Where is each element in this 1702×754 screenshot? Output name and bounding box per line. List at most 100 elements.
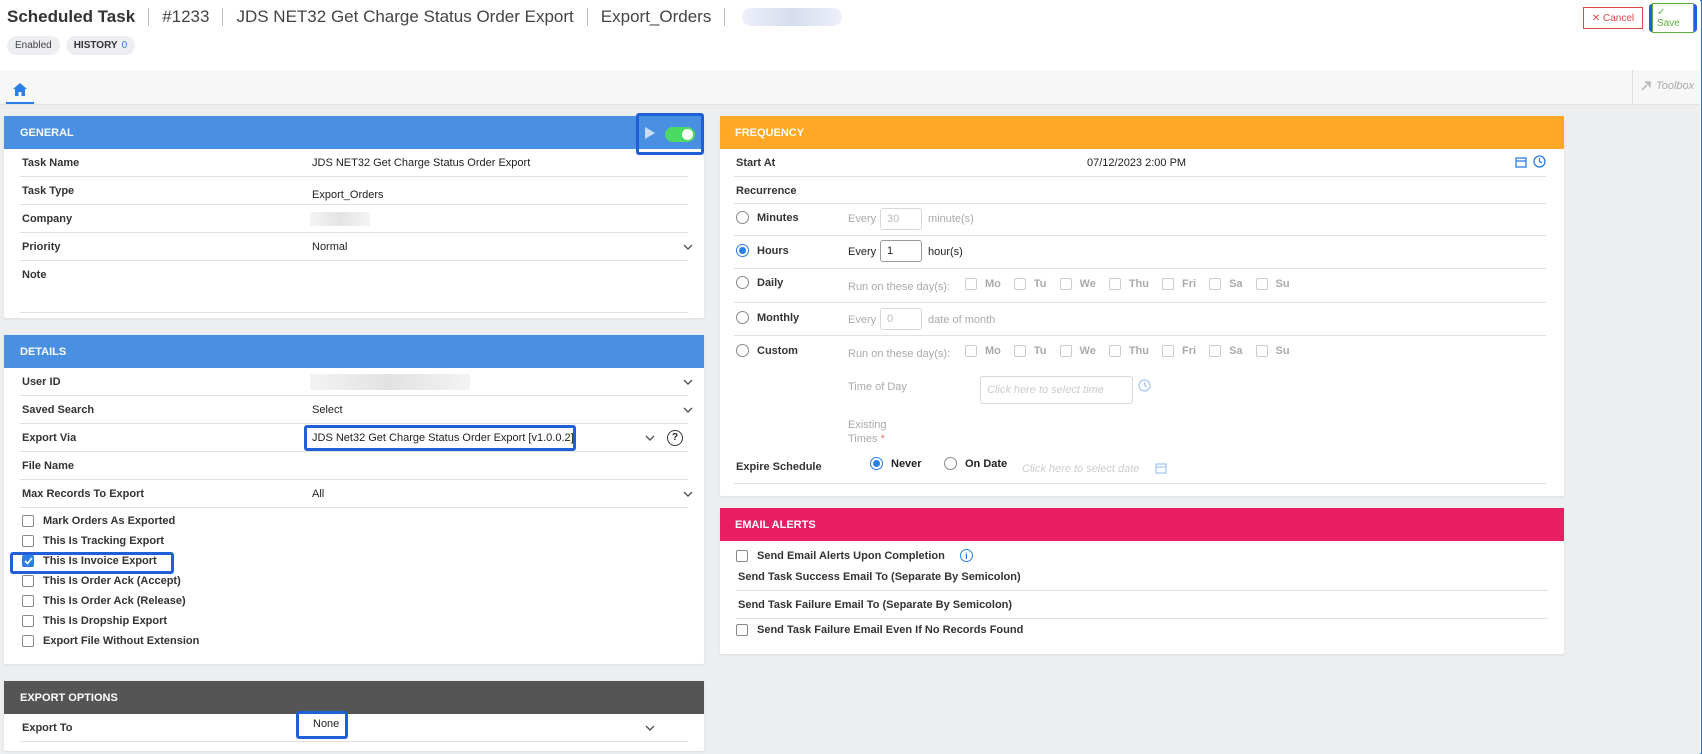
day-checkbox[interactable] — [1013, 345, 1026, 357]
day-option[interactable]: We — [1059, 278, 1096, 290]
toolbox-label: Toolbox — [1656, 80, 1695, 92]
chevron-down-icon[interactable] — [683, 377, 693, 387]
toolbox-button[interactable]: Toolbox — [1640, 80, 1694, 92]
start-at-value[interactable]: 07/12/2023 2:00 PM — [1087, 157, 1186, 169]
day-checkbox[interactable] — [1255, 278, 1268, 290]
day-checkbox[interactable] — [1013, 278, 1026, 290]
info-icon[interactable]: i — [959, 549, 973, 562]
enabled-toggle[interactable] — [665, 127, 695, 142]
day-checkbox[interactable] — [1059, 278, 1072, 290]
title-separator — [724, 8, 726, 26]
priority-select[interactable]: Normal — [312, 241, 347, 253]
checkbox-row[interactable]: This Is Dropship Export — [22, 615, 167, 627]
monthly-radio[interactable] — [736, 311, 749, 324]
day-checkbox[interactable] — [965, 345, 977, 357]
failure-no-records-row[interactable]: Send Task Failure Email Even If No Recor… — [736, 624, 1023, 636]
chevron-down-icon[interactable] — [645, 433, 655, 443]
chevron-down-icon[interactable] — [645, 723, 655, 733]
day-option[interactable]: Sa — [1209, 345, 1243, 357]
dropship-export-checkbox[interactable] — [22, 615, 34, 627]
mark-orders-checkbox[interactable] — [22, 515, 34, 527]
status-badge-label: Enabled — [15, 40, 52, 51]
redacted-user-id[interactable] — [310, 373, 470, 390]
monthly-label: Monthly — [757, 311, 800, 324]
chevron-down-icon[interactable] — [683, 405, 693, 415]
calendar-icon[interactable] — [1155, 462, 1167, 474]
clock-icon[interactable] — [1138, 379, 1151, 392]
email-alerts-panel: EMAIL ALERTS Send Email Alerts Upon Comp… — [720, 508, 1564, 654]
tracking-export-checkbox[interactable] — [22, 535, 34, 547]
checkbox-row[interactable]: Mark Orders As Exported — [22, 515, 175, 527]
send-alerts-checkbox[interactable] — [736, 549, 748, 562]
play-icon[interactable] — [644, 126, 656, 140]
day-option[interactable]: Mo — [965, 345, 1001, 357]
daily-radio[interactable] — [736, 276, 749, 289]
send-alerts-row[interactable]: Send Email Alerts Upon Completion i — [736, 549, 973, 562]
save-button[interactable]: ✓ Save — [1652, 3, 1694, 33]
clock-icon[interactable] — [1533, 155, 1546, 168]
calendar-icon[interactable] — [1515, 156, 1527, 168]
chevron-down-icon[interactable] — [683, 242, 693, 252]
minutes-input[interactable]: 30 — [880, 208, 922, 230]
success-email-label: Send Task Success Email To (Separate By … — [738, 571, 1021, 583]
order-ack-release-checkbox[interactable] — [22, 595, 34, 607]
day-checkbox[interactable] — [1255, 345, 1268, 357]
checkbox-row[interactable]: This Is Order Ack (Release) — [22, 595, 186, 607]
expire-date-input[interactable]: Click here to select date — [1022, 463, 1139, 475]
day-checkbox[interactable] — [1059, 345, 1072, 357]
status-badge[interactable]: Enabled — [7, 36, 60, 55]
day-checkbox[interactable] — [1162, 278, 1174, 290]
day-checkbox[interactable] — [965, 278, 977, 290]
hours-radio[interactable] — [736, 244, 749, 257]
order-ack-accept-checkbox[interactable] — [22, 575, 34, 587]
custom-radio[interactable] — [736, 344, 749, 357]
never-option[interactable]: Never — [870, 457, 922, 470]
day-checkbox[interactable] — [1162, 345, 1174, 357]
history-badge[interactable]: HISTORY 0 — [65, 36, 136, 55]
day-checkbox[interactable] — [1108, 345, 1121, 357]
hours-input[interactable]: 1 — [880, 240, 922, 262]
checkbox-row[interactable]: This Is Tracking Export — [22, 535, 164, 547]
on-date-radio[interactable] — [944, 457, 957, 470]
start-at-label: Start At — [736, 157, 776, 169]
day-checkbox[interactable] — [1108, 278, 1121, 290]
saved-search-select[interactable]: Select — [312, 404, 343, 416]
tab-home[interactable] — [6, 76, 34, 104]
task-name-input[interactable]: JDS NET32 Get Charge Status Order Export — [312, 157, 530, 169]
chevron-down-icon[interactable] — [683, 489, 693, 499]
day-checkbox[interactable] — [1209, 345, 1222, 357]
day-option[interactable]: Tu — [1013, 345, 1047, 357]
day-option[interactable]: Thu — [1108, 345, 1149, 357]
day-option[interactable]: Thu — [1108, 278, 1149, 290]
custom-day-list: Mo Tu We Thu Fri Sa Su — [965, 345, 1303, 360]
no-extension-checkbox[interactable] — [22, 635, 34, 647]
day-label: Mo — [985, 278, 1001, 290]
day-option[interactable]: Sa — [1209, 278, 1243, 290]
minutes-radio[interactable] — [736, 211, 749, 224]
max-records-select[interactable]: All — [312, 488, 324, 500]
monthly-unit: date of month — [928, 314, 996, 326]
field-row: Task Name JDS NET32 Get Charge Status Or… — [20, 149, 688, 177]
cancel-button[interactable]: ✕ Cancel — [1583, 7, 1643, 29]
day-checkbox[interactable] — [1209, 278, 1222, 290]
help-icon[interactable]: ? — [667, 429, 683, 446]
day-option[interactable]: We — [1059, 345, 1096, 357]
task-type-value[interactable]: Export_Orders — [312, 189, 384, 201]
success-email-row[interactable]: Send Task Success Email To (Separate By … — [736, 563, 1548, 591]
failure-email-row[interactable]: Send Task Failure Email To (Separate By … — [736, 591, 1548, 619]
checkbox-label: This Is Order Ack (Release) — [43, 595, 186, 607]
day-option[interactable]: Tu — [1013, 278, 1047, 290]
checkbox-row[interactable]: Export File Without Extension — [22, 635, 199, 647]
general-header: GENERAL — [4, 116, 704, 149]
on-date-option[interactable]: On Date — [944, 457, 1007, 470]
checkbox-row[interactable]: This Is Order Ack (Accept) — [22, 575, 181, 587]
time-input[interactable]: Click here to select time — [980, 376, 1133, 404]
failure-no-records-checkbox[interactable] — [736, 624, 748, 636]
monthly-input[interactable]: 0 — [880, 308, 922, 330]
day-option[interactable]: Fri — [1162, 345, 1196, 357]
day-option[interactable]: Su — [1255, 345, 1290, 357]
day-option[interactable]: Su — [1255, 278, 1290, 290]
day-option[interactable]: Mo — [965, 278, 1001, 290]
never-radio[interactable] — [870, 457, 883, 470]
day-option[interactable]: Fri — [1162, 278, 1196, 290]
